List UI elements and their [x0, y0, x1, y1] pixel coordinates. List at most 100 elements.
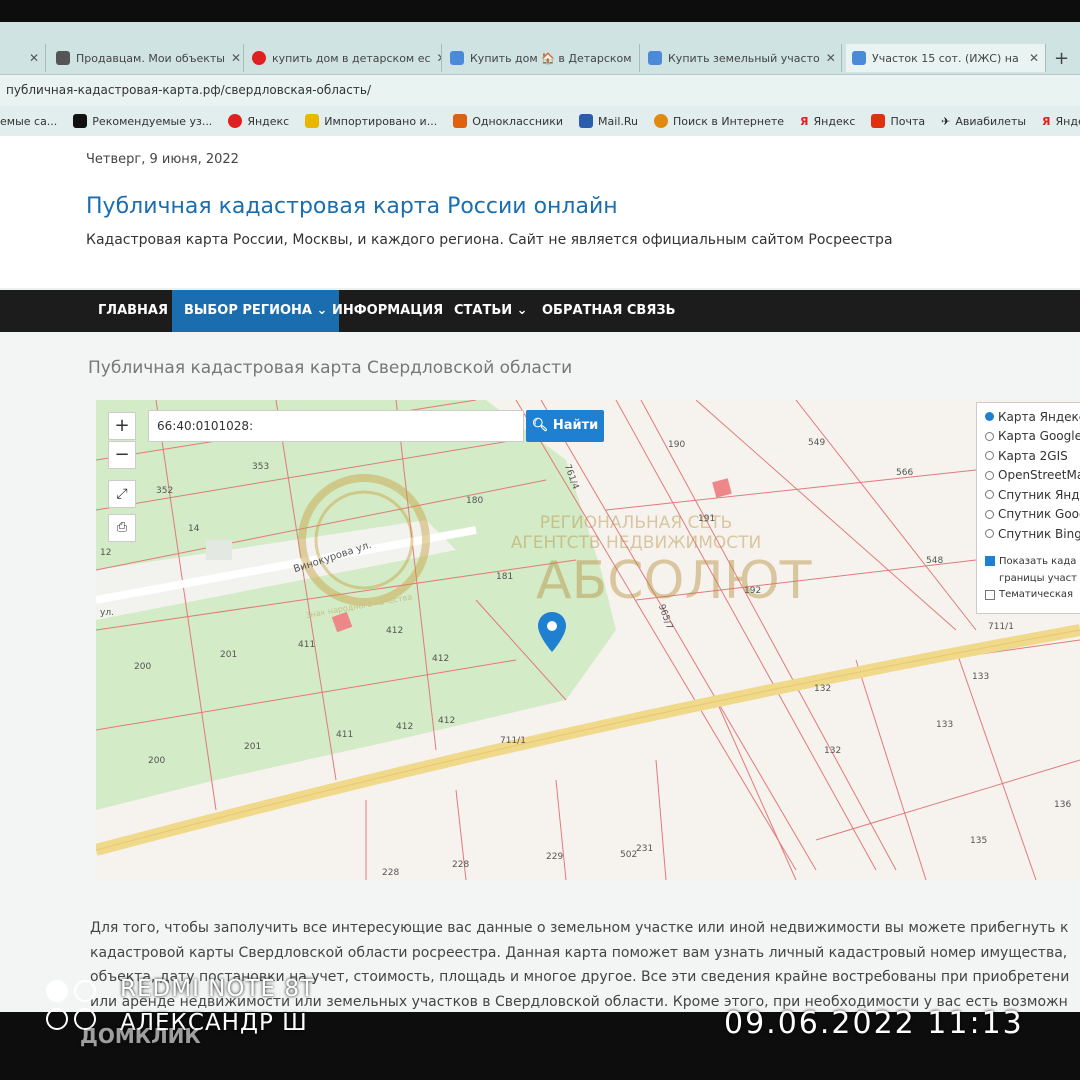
- parcel-number-label: 192: [744, 586, 762, 596]
- nav-articles[interactable]: СТАТЬИ ⌄: [442, 290, 540, 332]
- bookmark-item[interactable]: Mail.Ru: [579, 114, 638, 128]
- mail-icon: [453, 114, 468, 128]
- nav-home[interactable]: ГЛАВНАЯ: [86, 290, 180, 332]
- parcel-number-label: 231: [636, 844, 654, 854]
- parcel-number-label: 229: [546, 852, 564, 862]
- bookmark-item[interactable]: Яндекс: [228, 114, 289, 128]
- search-icon: 🔍︎: [531, 418, 549, 433]
- bookmark-item[interactable]: Импортировано и...: [305, 114, 437, 128]
- building: [206, 540, 232, 560]
- bookmark-item[interactable]: ЯЯндекс: [1042, 115, 1080, 128]
- domclick-watermark: ДОМКЛИК: [80, 1024, 201, 1048]
- browser-tab[interactable]: ✕: [0, 44, 46, 72]
- nav-region-select[interactable]: ВЫБОР РЕГИОНА ⌄: [172, 290, 340, 332]
- close-icon[interactable]: ✕: [231, 51, 241, 65]
- parcel-number-label: 136: [1054, 800, 1072, 810]
- bookmark-item[interactable]: Рекомендуемые уз...: [73, 114, 212, 128]
- parcel-number-label: 711/1: [988, 622, 1014, 632]
- layer-option-bing-satellite[interactable]: Спутник Bing: [977, 524, 1080, 544]
- cadastral-search-input[interactable]: 66:40:0101028:: [148, 410, 524, 442]
- search-icon: [654, 114, 669, 128]
- radio[interactable]: [985, 490, 994, 500]
- close-icon[interactable]: ✕: [437, 51, 441, 65]
- browser-tab[interactable]: Купить дом 🏠 в Детарском ✕: [444, 44, 640, 72]
- tab-label: купить дом в детарском ес: [272, 51, 431, 65]
- checkbox[interactable]: [985, 589, 995, 600]
- browser-tab-active[interactable]: Участок 15 сот. (ИЖС) на ✕: [846, 44, 1046, 72]
- radio[interactable]: [985, 451, 994, 461]
- browser-tab[interactable]: Купить земельный участо ✕: [642, 44, 842, 72]
- layer-option-yandex-map[interactable]: Карта Яндекс: [977, 407, 1080, 427]
- site-title[interactable]: Публичная кадастровая карта России онлай…: [86, 194, 618, 219]
- find-button[interactable]: 🔍︎ Найти: [526, 410, 604, 442]
- tab-label: Продавцам. Мои объекты: [76, 51, 225, 65]
- parcel-number-label: 132: [824, 746, 842, 756]
- parcel-number-label: 548: [926, 556, 944, 566]
- bookmark-item[interactable]: ЯЯндекс: [800, 115, 855, 128]
- close-icon[interactable]: ✕: [638, 51, 639, 65]
- browser-tab-strip: ✕ Продавцам. Мои объекты ✕ купить дом в д…: [0, 22, 1080, 75]
- device-watermark: REDMI NOTE 8T: [120, 976, 316, 1002]
- layer-option-osm[interactable]: OpenStreetMap: [977, 466, 1080, 486]
- airplane-icon: ✈: [941, 114, 951, 128]
- bookmark-item[interactable]: Одноклассники: [453, 114, 563, 128]
- parcel-number-label: 133: [936, 720, 954, 730]
- building: [712, 478, 732, 498]
- show-boundaries-label: границы участ: [999, 572, 1077, 584]
- layer-option-google-satellite[interactable]: Спутник Google: [977, 505, 1080, 525]
- browser-tab[interactable]: Продавцам. Мои объекты ✕: [50, 44, 244, 72]
- main-nav: ГЛАВНАЯ ВЫБОР РЕГИОНА ⌄ ИНФОРМАЦИЯ СТАТЬ…: [0, 290, 1080, 332]
- parcel-number-label: 352: [156, 486, 174, 496]
- timestamp-watermark: 09.06.2022 11:13: [724, 1006, 1024, 1041]
- parcel-number-label: 180: [466, 496, 484, 506]
- nav-feedback[interactable]: ОБРАТНАЯ СВЯЗЬ: [530, 290, 688, 332]
- address-bar[interactable]: публичная-кадастровая-карта.рф/свердловс…: [0, 76, 1080, 107]
- radio[interactable]: [985, 509, 994, 519]
- thematic-checkbox[interactable]: Тематическая: [977, 585, 1080, 605]
- parcel-number-label: 12: [100, 548, 112, 558]
- parcel-number-label: 353: [252, 462, 270, 472]
- bookmark-item[interactable]: емые са...: [0, 115, 57, 128]
- radio[interactable]: [985, 529, 994, 539]
- yandex-icon: Я: [800, 114, 809, 128]
- parcel-number-label: 412: [438, 716, 456, 726]
- close-icon[interactable]: ✕: [826, 51, 836, 65]
- tab-label: Купить дом 🏠 в Детарском: [470, 51, 632, 65]
- bookmark-item[interactable]: Поиск в Интернете: [654, 114, 784, 128]
- cadastral-map[interactable]: РЕГИОНАЛЬНАЯ СЕТЬ АГЕНТСТВ НЕДВИЖИМОСТИ …: [96, 400, 1080, 880]
- layer-option-2gis-map[interactable]: Карта 2GIS: [977, 446, 1080, 466]
- folder-icon: [305, 114, 320, 128]
- parcel-number-label: 228: [452, 860, 470, 870]
- parcel-number-label: 132: [814, 684, 832, 694]
- browser-tab[interactable]: купить дом в детарском ес ✕: [246, 44, 442, 72]
- layer-option-google-map[interactable]: Карта Google: [977, 427, 1080, 447]
- parcel-number-label: 711/1: [500, 736, 526, 746]
- new-tab-button[interactable]: +: [1048, 44, 1080, 72]
- monitor-screen: ✕ Продавцам. Мои объекты ✕ купить дом в д…: [0, 22, 1080, 1012]
- nav-information[interactable]: ИНФОРМАЦИЯ: [320, 290, 455, 332]
- yandex-icon: Я: [1042, 114, 1051, 128]
- mail-icon: [871, 114, 886, 128]
- parcel-number-label: 190: [668, 440, 686, 450]
- bookmark-item[interactable]: Почта: [871, 114, 925, 128]
- zoom-out-button[interactable]: −: [108, 441, 136, 469]
- parcel-number-label: 412: [386, 626, 404, 636]
- map-canvas[interactable]: РЕГИОНАЛЬНАЯ СЕТЬ АГЕНТСТВ НЕДВИЖИМОСТИ …: [96, 400, 1080, 880]
- layer-option-yandex-satellite[interactable]: Спутник Яндекс: [977, 485, 1080, 505]
- show-boundaries-checkbox[interactable]: Показать када: [977, 552, 1080, 572]
- main-content: Публичная кадастровая карта Свердловской…: [0, 332, 1080, 1012]
- google-icon: [648, 51, 662, 65]
- checkbox-checked[interactable]: [985, 556, 995, 567]
- close-icon[interactable]: ✕: [29, 51, 39, 65]
- site-header: Четверг, 9 июня, 2022 Публичная кадастро…: [0, 136, 1080, 288]
- parcel-number-label: 411: [298, 640, 316, 650]
- print-icon[interactable]: ⎙: [108, 514, 136, 542]
- radio[interactable]: [985, 431, 994, 441]
- bookmark-item[interactable]: ✈ Авиабилеты: [941, 115, 1026, 128]
- zoom-in-button[interactable]: +: [108, 412, 136, 440]
- radio[interactable]: [985, 470, 994, 480]
- radio-selected[interactable]: [985, 412, 994, 422]
- fullscreen-icon[interactable]: ⤢: [108, 480, 136, 508]
- current-date: Четверг, 9 июня, 2022: [86, 152, 239, 167]
- close-icon[interactable]: ✕: [1029, 51, 1039, 65]
